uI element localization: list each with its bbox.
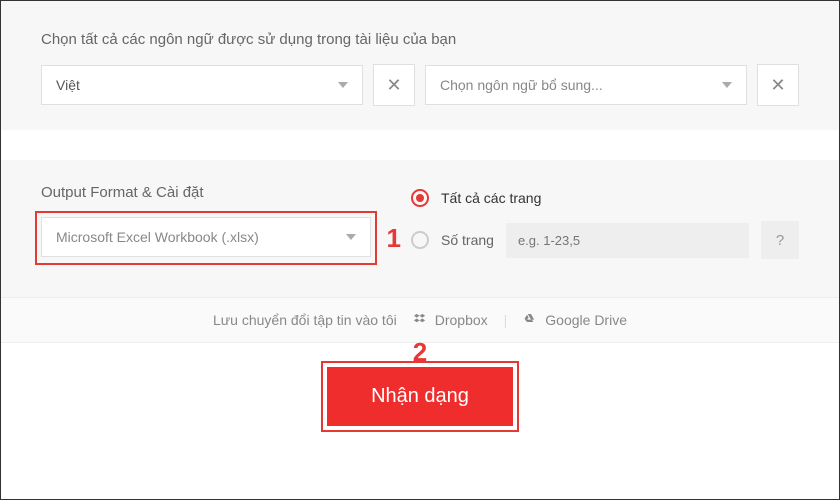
pages-all-radio[interactable] <box>411 189 429 207</box>
languages-section-label: Chọn tất cả các ngôn ngữ được sử dụng tr… <box>41 31 799 48</box>
primary-language-select[interactable]: Việt <box>41 65 363 105</box>
output-format-value: Microsoft Excel Workbook (.xlsx) <box>56 229 259 245</box>
primary-language-value: Việt <box>56 77 80 93</box>
pages-help-button[interactable]: ? <box>761 221 799 259</box>
clear-primary-language-button[interactable]: ✕ <box>373 64 415 106</box>
clear-additional-language-button[interactable]: ✕ <box>757 64 799 106</box>
dropbox-icon <box>413 312 429 328</box>
chevron-down-icon <box>722 82 732 88</box>
chevron-down-icon <box>346 234 356 240</box>
annotation-callout-2: 2 <box>413 337 427 368</box>
pages-all-label: Tất cả các trang <box>441 190 541 206</box>
divider: | <box>504 312 508 328</box>
close-icon: ✕ <box>770 75 785 96</box>
additional-language-placeholder: Chọn ngôn ngữ bổ sung... <box>440 77 603 93</box>
save-prompt-text: Lưu chuyển đổi tập tin vào tôi <box>213 312 397 328</box>
pages-range-label: Số trang <box>441 232 494 248</box>
language-selectors-row: Việt ✕ Chọn ngôn ngữ bổ sung... ✕ <box>41 64 799 106</box>
google-drive-link[interactable]: Google Drive <box>523 312 627 328</box>
close-icon: ✕ <box>386 75 401 96</box>
dropbox-link[interactable]: Dropbox <box>413 312 488 328</box>
dropbox-label: Dropbox <box>435 312 488 328</box>
annotation-callout-1: 1 <box>387 223 401 254</box>
additional-language-select[interactable]: Chọn ngôn ngữ bổ sung... <box>425 65 747 105</box>
chevron-down-icon <box>338 82 348 88</box>
submit-button[interactable]: Nhận dạng <box>327 367 513 426</box>
google-drive-label: Google Drive <box>545 312 627 328</box>
output-format-select[interactable]: Microsoft Excel Workbook (.xlsx) <box>41 217 371 257</box>
pages-range-input[interactable] <box>506 223 749 258</box>
google-drive-icon <box>523 312 539 328</box>
pages-range-radio[interactable] <box>411 231 429 249</box>
